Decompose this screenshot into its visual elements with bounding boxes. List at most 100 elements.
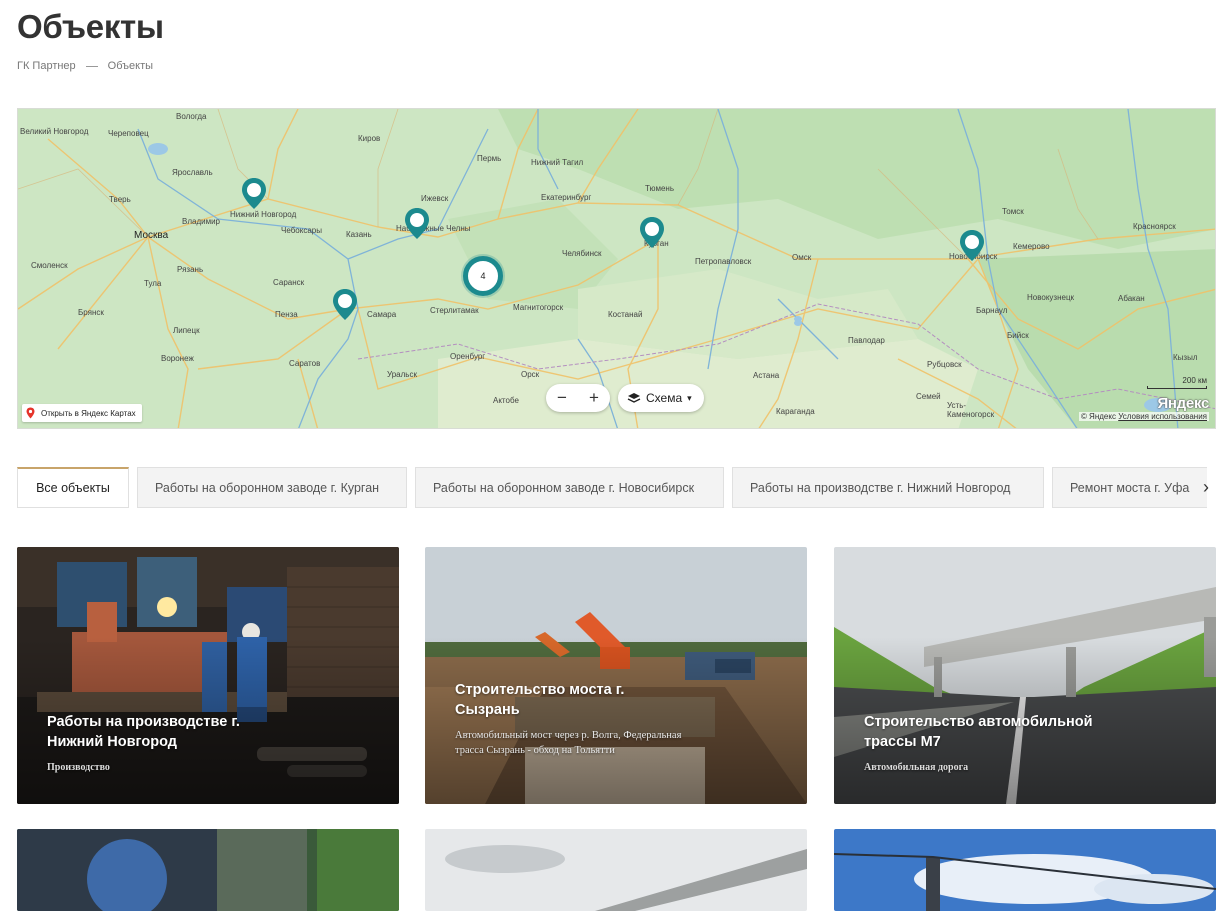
tab-novosibirsk[interactable]: Работы на оборонном заводе г. Новосибирс… <box>415 467 724 508</box>
city-label: Красноярск <box>1133 222 1176 231</box>
cluster-count: 4 <box>480 271 486 281</box>
objects-map[interactable]: Великий Новгород Вологда Череповец Киров… <box>17 108 1216 429</box>
city-label: Тюмень <box>645 184 674 193</box>
city-label: Владимир <box>182 217 221 226</box>
card-subtitle: Автомобильный мост через р. Волга, Федер… <box>455 730 682 756</box>
city-label: Вологда <box>176 112 207 121</box>
city-label: Стерлитамак <box>430 306 479 315</box>
page-title: Объекты <box>17 8 164 45</box>
map-marker-icon <box>26 407 35 419</box>
city-label: Караганда <box>776 407 815 416</box>
city-label: Костанай <box>608 310 643 319</box>
city-label: Липецк <box>173 326 200 335</box>
layers-icon <box>627 393 641 403</box>
tab-nizhny-novgorod[interactable]: Работы на производстве г. Нижний Новгоро… <box>732 467 1044 508</box>
breadcrumb-separator <box>85 65 98 67</box>
city-label: Бийск <box>1007 331 1029 340</box>
city-label: Новокузнецк <box>1027 293 1075 302</box>
open-yandex-maps-label: Открыть в Яндекс Картах <box>41 408 136 418</box>
city-label: Ижевск <box>421 194 449 203</box>
city-label: Магнитогорск <box>513 303 564 312</box>
card-overlay <box>425 547 807 804</box>
city-label: Саранск <box>273 278 305 287</box>
tab-kurgan[interactable]: Работы на оборонном заводе г. Курган <box>137 467 407 508</box>
city-label: Смоленск <box>31 261 68 270</box>
city-label: Воронеж <box>161 354 194 363</box>
object-card-image <box>834 829 1216 911</box>
card-category: Автомобильная дорога <box>864 762 969 773</box>
city-label: Саратов <box>289 359 321 368</box>
map-cluster-marker[interactable]: 4 <box>463 256 503 296</box>
city-label: Рубцовск <box>927 360 962 369</box>
city-label: Великий Новгород <box>20 127 89 136</box>
city-label: Барнаул <box>976 306 1008 315</box>
breadcrumb-home-link[interactable]: ГК Партнер <box>17 60 76 72</box>
city-label: Екатеринбург <box>541 193 592 202</box>
map-pin-icon[interactable] <box>241 177 267 210</box>
zoom-in-button[interactable]: + <box>580 384 608 412</box>
tabs-next-arrow-icon[interactable]: › <box>1203 477 1209 498</box>
map-zoom-control: − + <box>546 384 610 412</box>
object-card-image <box>17 829 399 911</box>
city-label: Казань <box>346 230 372 239</box>
chevron-down-icon: ▾ <box>687 392 692 403</box>
tab-ufa-bridge[interactable]: Ремонт моста г. Уфа <box>1052 467 1207 508</box>
city-label: Ярославль <box>172 168 213 177</box>
city-label: Актобе <box>493 396 519 405</box>
city-label: Самара <box>367 310 397 319</box>
city-label: Уральск <box>387 370 417 379</box>
map-pin-icon[interactable] <box>404 207 430 240</box>
open-yandex-maps-link[interactable]: Открыть в Яндекс Картах <box>22 404 142 422</box>
city-label: Пермь <box>477 154 502 163</box>
layer-label: Схема <box>646 391 683 405</box>
map-pin-icon[interactable] <box>959 229 985 262</box>
city-label: Кемерово <box>1013 242 1050 251</box>
card-title: Работы на производстве г. Нижний Новгоро… <box>47 714 240 750</box>
city-label: Оренбург <box>450 352 486 361</box>
city-label: Петропавловск <box>695 257 752 266</box>
city-label: Челябинск <box>562 249 602 258</box>
object-card[interactable]: Работы на производстве г. Нижний Новгоро… <box>17 547 399 804</box>
object-card[interactable] <box>425 829 807 911</box>
terms-link[interactable]: Условия использования <box>1118 412 1207 421</box>
city-label: Чебоксары <box>281 226 322 235</box>
scale-label: 200 км <box>1182 376 1207 385</box>
object-card[interactable]: Строительство моста г. Сызрань Автомобил… <box>425 547 807 804</box>
city-label: Павлодар <box>848 336 885 345</box>
map-scale: 200 км <box>1147 376 1207 389</box>
city-label: Пенза <box>275 310 298 319</box>
city-label: Абакан <box>1118 294 1145 303</box>
zoom-out-button[interactable]: − <box>548 384 576 412</box>
city-label: Нижний Тагил <box>531 158 584 167</box>
city-label: Орск <box>521 370 540 379</box>
city-label: Тула <box>144 279 162 288</box>
city-label: Тверь <box>109 195 131 204</box>
tab-all-objects[interactable]: Все объекты <box>17 467 129 508</box>
map-pin-icon[interactable] <box>639 216 665 249</box>
card-category: Производство <box>47 762 110 773</box>
scale-bar <box>1147 386 1207 389</box>
card-title: Строительство автомобильной трассы М7 <box>864 714 1093 750</box>
city-label: Москва <box>134 230 169 241</box>
object-card[interactable] <box>17 829 399 911</box>
object-card[interactable] <box>834 829 1216 911</box>
city-label: Рязань <box>177 265 204 274</box>
city-label: Кызыл <box>1173 353 1198 362</box>
copyright-text: © Яндекс <box>1080 412 1116 421</box>
object-filter-tabs: Все объекты Работы на оборонном заводе г… <box>17 467 1207 509</box>
city-label: Семей <box>916 392 941 401</box>
yandex-logo: Яндекс <box>1157 395 1209 412</box>
map-pin-icon[interactable] <box>332 288 358 321</box>
city-label: Усть-Каменогорск <box>947 401 995 419</box>
breadcrumb: ГК Партнер Объекты <box>17 60 153 72</box>
city-label: Череповец <box>108 129 149 138</box>
breadcrumb-current: Объекты <box>107 60 154 72</box>
card-title: Строительство моста г. Сызрань <box>455 682 625 718</box>
city-label: Томск <box>1002 207 1024 216</box>
map-layer-switcher[interactable]: Схема ▾ <box>618 384 704 412</box>
city-label: Астана <box>753 371 780 380</box>
object-card[interactable]: Строительство автомобильной трассы М7 Ав… <box>834 547 1216 804</box>
city-label: Брянск <box>78 308 104 317</box>
city-label: Киров <box>358 134 381 143</box>
city-label: Нижний Новгород <box>230 210 297 219</box>
